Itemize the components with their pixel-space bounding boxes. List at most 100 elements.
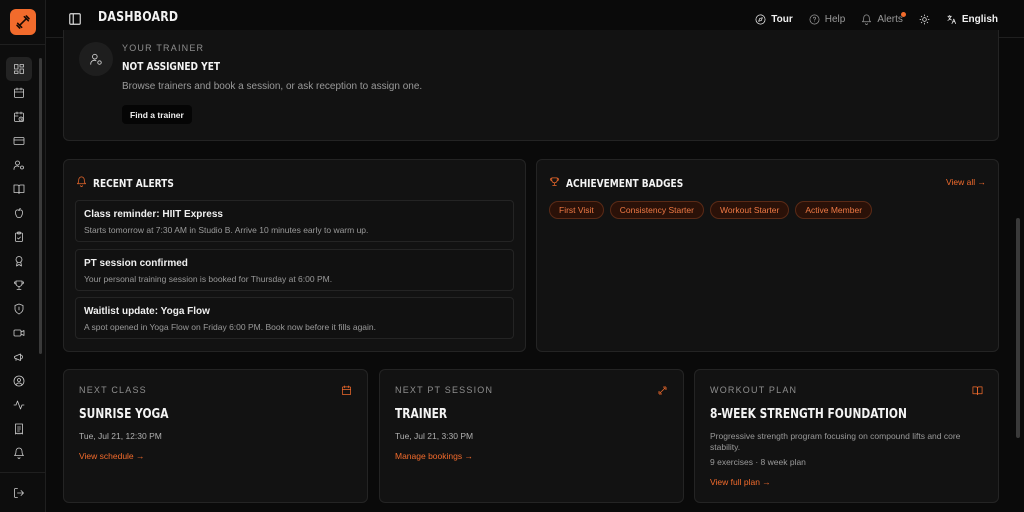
logout-button[interactable] <box>6 482 32 504</box>
alert-title: Waitlist update: Yoga Flow <box>84 306 210 317</box>
alert-body: A spot opened in Yoga Flow on Friday 6:0… <box>84 322 377 332</box>
book-open-icon <box>972 383 983 401</box>
find-trainer-button[interactable]: Find a trainer <box>122 105 192 124</box>
badge-list: First Visit Consistency Starter Workout … <box>549 201 873 219</box>
sidebar-bottom-divider <box>0 472 45 473</box>
next-pt-eyebrow: NEXT PT SESSION <box>395 385 494 395</box>
alert-item[interactable]: Waitlist update: Yoga Flow A spot opened… <box>75 297 514 339</box>
sidebar-item-bookings[interactable] <box>6 105 32 129</box>
bell-icon <box>76 174 87 192</box>
alert-item[interactable]: PT session confirmed Your personal train… <box>75 249 514 291</box>
megaphone-icon <box>14 353 23 361</box>
compass-icon <box>755 14 766 24</box>
alerts-indicator-dot <box>901 11 907 17</box>
help-label: Help <box>824 13 846 25</box>
shield-icon <box>14 303 24 315</box>
page-title: DASHBOARD <box>98 10 179 25</box>
sun-icon <box>919 14 930 24</box>
sidebar-item-payments[interactable] <box>6 129 32 153</box>
workout-plan-card: WORKOUT PLAN 8-WEEK STRENGTH FOUNDATION … <box>694 369 999 503</box>
user-cog-icon <box>90 53 102 65</box>
help-button[interactable]: Help <box>809 13 846 25</box>
trainer-status: NOT ASSIGNED YET <box>122 60 221 73</box>
sidebar-toggle-icon[interactable] <box>68 12 82 26</box>
sidebar-item-notifications[interactable] <box>6 441 32 465</box>
clipboard-check-icon <box>15 231 23 242</box>
main-scrollbar[interactable] <box>1016 218 1020 438</box>
sidebar-divider <box>0 44 45 45</box>
activity-icon <box>13 400 25 410</box>
view-schedule-link[interactable]: View schedule → <box>79 451 145 461</box>
video-icon <box>13 329 25 337</box>
achievement-badges-card: ACHIEVEMENT BADGES View all → First Visi… <box>536 159 999 352</box>
help-circle-icon <box>809 14 820 24</box>
sidebar-item-videos[interactable] <box>6 321 32 345</box>
language-selector[interactable]: English <box>946 14 998 25</box>
bell-icon <box>862 14 872 25</box>
translate-icon <box>947 14 956 24</box>
badge-chip[interactable]: Consistency Starter <box>609 201 704 219</box>
sidebar-item-achievements[interactable] <box>6 249 32 273</box>
workout-plan-title: 8-WEEK STRENGTH FOUNDATION <box>710 407 907 422</box>
recent-alerts-header: RECENT ALERTS <box>76 174 192 192</box>
sidebar-item-billing[interactable] <box>6 417 32 441</box>
trainer-card: YOUR TRAINER NOT ASSIGNED YET Browse tra… <box>63 30 999 141</box>
recent-alerts-title: RECENT ALERTS <box>93 176 174 190</box>
grid-icon <box>14 64 24 74</box>
calendar-icon <box>341 383 352 401</box>
app-logo[interactable] <box>10 9 36 35</box>
credit-card-icon <box>13 137 25 145</box>
language-label: English <box>961 13 998 25</box>
alerts-label: Alerts <box>877 13 903 25</box>
sidebar-item-schedule[interactable] <box>6 81 32 105</box>
sidebar-item-leaderboard[interactable] <box>6 273 32 297</box>
alert-item[interactable]: Class reminder: HIIT Express Starts tomo… <box>75 200 514 242</box>
workout-plan-description: Progressive strength program focusing on… <box>710 431 961 452</box>
calendar-icon <box>14 87 24 98</box>
sidebar-item-nutrition[interactable] <box>6 201 32 225</box>
trainer-avatar <box>79 42 113 76</box>
dumbbell-icon <box>657 383 668 401</box>
badge-chip[interactable]: Workout Starter <box>709 201 790 219</box>
badge-chip[interactable]: First Visit <box>549 201 604 219</box>
trophy-icon <box>14 280 24 290</box>
badge-chip[interactable]: Active Member <box>795 201 873 219</box>
next-class-datetime: Tue, Jul 21, 12:30 PM <box>79 431 162 441</box>
user-settings-icon <box>13 160 24 170</box>
receipt-icon <box>15 423 23 435</box>
trophy-icon <box>549 174 560 192</box>
sidebar-item-checkins[interactable] <box>6 225 32 249</box>
trainer-description: Browse trainers and book a session, or a… <box>122 81 423 92</box>
apple-icon <box>15 208 23 218</box>
next-class-title: SUNRISE YOGA <box>79 407 169 422</box>
alert-title: Class reminder: HIIT Express <box>84 209 223 220</box>
logout-icon <box>14 488 24 498</box>
sidebar-scrollbar[interactable] <box>39 58 42 354</box>
trainer-eyebrow: YOUR TRAINER <box>122 43 205 53</box>
alert-body: Starts tomorrow at 7:30 AM in Studio B. … <box>84 225 369 235</box>
calendar-clock-icon <box>14 111 24 122</box>
sidebar-item-activity[interactable] <box>6 393 32 417</box>
sidebar-item-programs[interactable] <box>6 177 32 201</box>
alerts-button[interactable]: Alerts <box>861 11 907 25</box>
dumbbell-logo-icon <box>16 15 30 29</box>
alert-title: PT session confirmed <box>84 258 188 269</box>
alert-body: Your personal training session is booked… <box>84 274 333 284</box>
book-icon <box>13 184 25 194</box>
sidebar-item-announcements[interactable] <box>6 345 32 369</box>
sidebar-item-challenges[interactable] <box>6 297 32 321</box>
theme-toggle-button[interactable] <box>919 14 930 25</box>
view-full-plan-link[interactable]: View full plan → <box>710 477 771 487</box>
next-class-eyebrow: NEXT CLASS <box>79 385 147 395</box>
badges-title: ACHIEVEMENT BADGES <box>566 176 684 190</box>
next-class-card: NEXT CLASS SUNRISE YOGA Tue, Jul 21, 12:… <box>63 369 368 503</box>
sidebar-item-trainers[interactable] <box>6 153 32 177</box>
view-all-badges-link[interactable]: View all → <box>946 177 986 187</box>
sidebar-item-dashboard[interactable] <box>6 57 32 81</box>
sidebar-item-profile[interactable] <box>6 369 32 393</box>
manage-bookings-link[interactable]: Manage bookings → <box>395 451 473 461</box>
tour-label: Tour <box>771 13 793 25</box>
next-pt-title: TRAINER <box>395 407 448 422</box>
bell-icon <box>14 447 24 459</box>
tour-button[interactable]: Tour <box>755 13 793 25</box>
